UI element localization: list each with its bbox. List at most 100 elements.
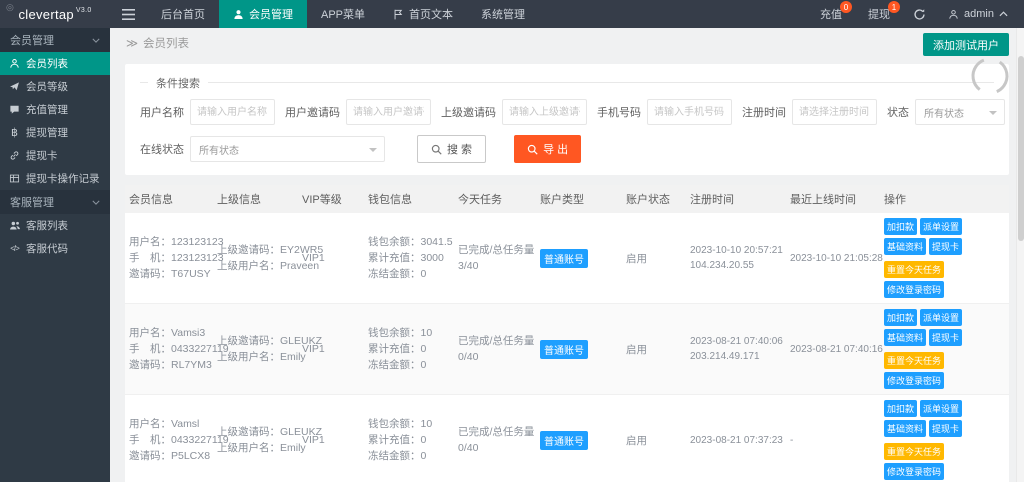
search-input[interactable] <box>647 99 732 125</box>
dispatch-settings-button[interactable]: 派单设置 <box>920 218 962 235</box>
breadcrumb: ≫ 会员列表 <box>110 28 1024 58</box>
flag-icon <box>393 9 404 20</box>
nav-tab-members[interactable]: 会员管理 <box>219 0 307 28</box>
search-input[interactable] <box>792 99 877 125</box>
actions-line-1: 加扣款 派单设置 基础资料 提现卡 <box>884 400 1005 437</box>
recharge-badge: 0 <box>840 1 852 13</box>
sidebar-item-label: 客服列表 <box>26 218 68 233</box>
withdraw-quick-link[interactable]: 提现 1 <box>855 0 903 28</box>
add-deduct-button[interactable]: 加扣款 <box>884 309 917 326</box>
refresh-button[interactable] <box>903 0 936 28</box>
sidebar-item-recharge-mgmt[interactable]: 充值管理 <box>0 98 110 121</box>
today-task-cell: 已完成/总任务量 0/40 <box>454 333 536 365</box>
column-header: 账户类型 <box>536 191 622 207</box>
frozen-amount: 0 <box>421 359 427 371</box>
person-icon <box>233 9 244 20</box>
nav-tab-home-text[interactable]: 首页文本 <box>379 0 467 28</box>
reset-task-button[interactable]: 重置今天任务 <box>884 261 944 278</box>
table-row: 用户名：Vamsi3 手 机：0433227119 邀请码：RL7YM3 上级邀… <box>125 304 1009 395</box>
search-input[interactable] <box>502 99 587 125</box>
search-input[interactable] <box>190 99 275 125</box>
member-info-cell: 用户名：Vamsi3 手 机：0433227119 邀请码：RL7YM3 <box>125 325 213 373</box>
task-progress: 3/40 <box>458 258 532 274</box>
last-online-time: 2023-08-21 07:40:16 <box>790 342 876 357</box>
online-status-select[interactable]: 所有状态 <box>190 136 385 162</box>
member-username: Vamsi3 <box>171 327 205 339</box>
nav-tab-label: 系统管理 <box>481 6 525 22</box>
sidebar: 会员管理 会员列表 会员等级 充值管理 ฿ 提现管理 提现卡 提现卡操作记录 客… <box>0 28 110 482</box>
admin-user-menu[interactable]: admin <box>936 0 1024 28</box>
sidebar-item-label: 会员等级 <box>26 79 68 94</box>
sidebar-item-support-code[interactable]: </> 客服代码 <box>0 237 110 260</box>
add-deduct-button[interactable]: 加扣款 <box>884 400 917 417</box>
add-deduct-button[interactable]: 加扣款 <box>884 218 917 235</box>
sidebar-toggle-button[interactable] <box>110 0 147 28</box>
search-fields: 用户名称 用户邀请码 上级邀请码 <box>140 99 877 125</box>
vip-level: VIP1 <box>302 252 325 264</box>
search-button[interactable]: 搜 索 <box>417 135 486 163</box>
sidebar-item-withdraw-mgmt[interactable]: ฿ 提现管理 <box>0 121 110 144</box>
users-icon <box>8 220 21 231</box>
last-online-cell: - <box>786 433 880 448</box>
account-status: 启用 <box>626 435 647 447</box>
basic-profile-button[interactable]: 基础资料 <box>884 329 926 346</box>
basic-profile-button[interactable]: 基础资料 <box>884 420 926 437</box>
today-task-cell: 已完成/总任务量 0/40 <box>454 424 536 456</box>
dispatch-settings-button[interactable]: 派单设置 <box>920 309 962 326</box>
select-arrow-icon <box>369 148 377 152</box>
reset-task-button[interactable]: 重置今天任务 <box>884 443 944 460</box>
withdraw-card-button[interactable]: 提现卡 <box>929 238 962 255</box>
change-password-button[interactable]: 修改登录密码 <box>884 372 944 389</box>
field-label: 在线状态 <box>140 141 184 157</box>
vip-level: VIP1 <box>302 343 325 355</box>
vip-level-cell: VIP1 <box>298 343 364 355</box>
last-online-cell: 2023-08-21 07:40:16 <box>786 342 880 357</box>
export-button[interactable]: 导 出 <box>514 135 581 163</box>
account-status-cell: 启用 <box>622 251 686 266</box>
sidebar-item-label: 客服代码 <box>26 241 68 256</box>
wallet-info-cell: 钱包余额：3041.5 累计充值：3000 冻结金额：0 <box>364 234 454 282</box>
basic-profile-button[interactable]: 基础资料 <box>884 238 926 255</box>
nav-tab-dashboard[interactable]: 后台首页 <box>147 0 219 28</box>
reset-task-button[interactable]: 重置今天任务 <box>884 352 944 369</box>
search-legend: 条件搜索 <box>148 75 208 91</box>
change-password-button[interactable]: 修改登录密码 <box>884 463 944 480</box>
sidebar-item-withdraw-card-log[interactable]: 提现卡操作记录 <box>0 167 110 190</box>
scrollbar-track[interactable] <box>1016 28 1024 482</box>
sidebar-item-member-level[interactable]: 会员等级 <box>0 75 110 98</box>
sidebar-section-label: 客服管理 <box>10 194 54 210</box>
withdraw-label: 提现 <box>868 6 890 22</box>
sidebar-item-support-list[interactable]: 客服列表 <box>0 214 110 237</box>
scrollbar-thumb[interactable] <box>1018 56 1024 241</box>
sidebar-section-support[interactable]: 客服管理 <box>0 190 110 214</box>
field-label: 手机号码 <box>597 104 641 120</box>
wallet-info-cell: 钱包余额：10 累计充值：0 冻结金额：0 <box>364 325 454 373</box>
nav-tab-app-menu[interactable]: APP菜单 <box>307 0 379 28</box>
select-value: 所有状态 <box>924 105 964 120</box>
nav-tab-label: 会员管理 <box>249 6 293 22</box>
sidebar-item-withdraw-card[interactable]: 提现卡 <box>0 144 110 167</box>
search-input[interactable] <box>346 99 431 125</box>
column-header: 会员信息 <box>125 191 213 207</box>
admin-person-icon <box>948 9 959 20</box>
sidebar-item-label: 提现卡操作记录 <box>26 171 100 186</box>
change-password-button[interactable]: 修改登录密码 <box>884 281 944 298</box>
window-indicator-icon: ◎ <box>6 2 14 13</box>
status-select[interactable]: 所有状态 <box>915 99 1005 125</box>
nav-tab-system[interactable]: 系统管理 <box>467 0 539 28</box>
field-label: 用户邀请码 <box>285 104 340 120</box>
recharge-quick-link[interactable]: 充值 0 <box>807 0 855 28</box>
online-select-group: 在线状态 所有状态 <box>140 136 385 162</box>
add-test-user-button[interactable]: 添加测试用户 <box>923 33 1009 56</box>
wallet-balance: 10 <box>421 418 433 430</box>
table-row: 用户名：Vamsl 手 机：0433227119 邀请码：P5LCX8 上级邀请… <box>125 395 1009 482</box>
sidebar-item-member-list[interactable]: 会员列表 <box>0 52 110 75</box>
withdraw-card-button[interactable]: 提现卡 <box>929 420 962 437</box>
member-info-cell: 用户名：123123123 手 机：123123123 邀请码：T67USY <box>125 234 213 282</box>
withdraw-card-button[interactable]: 提现卡 <box>929 329 962 346</box>
dispatch-settings-button[interactable]: 派单设置 <box>920 400 962 417</box>
sidebar-item-label: 会员列表 <box>26 56 68 71</box>
account-type-badge: 普通账号 <box>540 249 588 268</box>
search-panel: 条件搜索 用户名称 用户邀请码 <box>125 64 1009 175</box>
sidebar-section-members[interactable]: 会员管理 <box>0 28 110 52</box>
